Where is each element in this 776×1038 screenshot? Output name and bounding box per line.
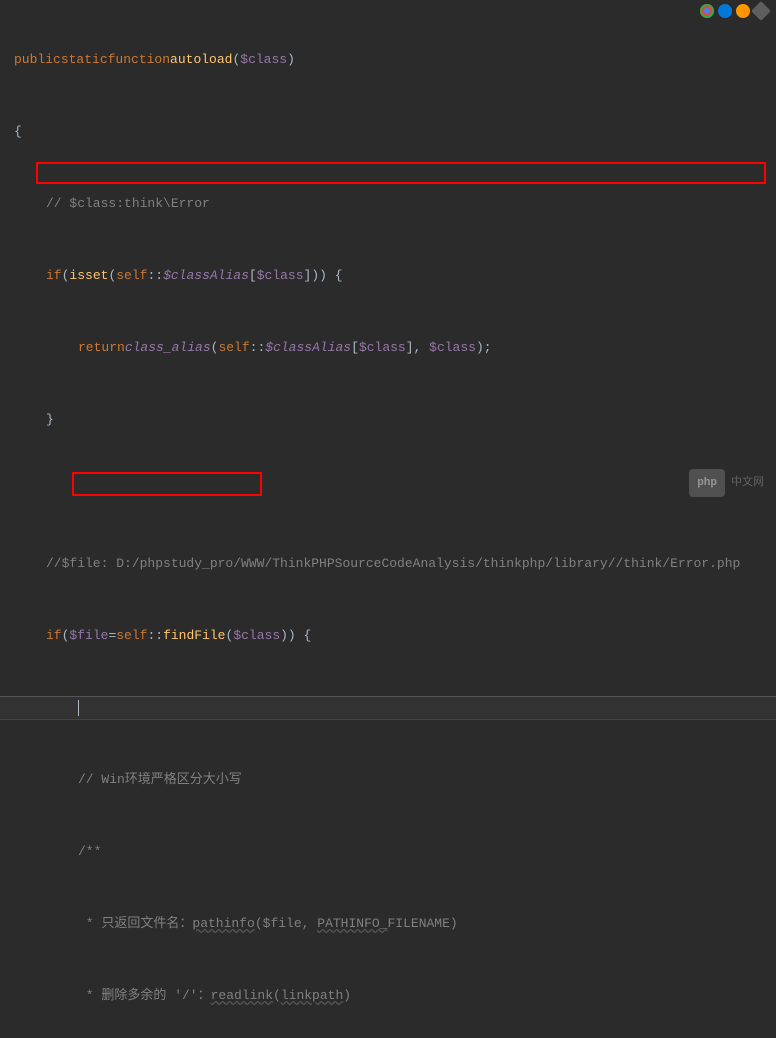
comment: * 删除多余的 '/'： (78, 984, 211, 1008)
text-cursor (78, 700, 79, 716)
code-line: * 只返回文件名：pathinfo($file, PATHINFO_FILENA… (0, 912, 776, 936)
code-line-empty (0, 480, 776, 504)
watermark-badge: php (689, 469, 725, 497)
browser-icons-tray (700, 4, 768, 18)
function-isset: isset (69, 264, 108, 288)
code-line: public static function autoload($class) (0, 48, 776, 72)
comment-const: PATHINFO_ (317, 912, 387, 936)
code-line: // $class:think\Error (0, 192, 776, 216)
keyword-self: self (218, 336, 249, 360)
code-line-cursor (0, 696, 776, 720)
code-editor[interactable]: public static function autoload($class) … (0, 0, 776, 1038)
comment: FILENAME) (387, 912, 457, 936)
property: $classAlias (265, 336, 351, 360)
variable: $class (233, 624, 280, 648)
function-name: autoload (170, 48, 232, 72)
keyword-static: static (61, 48, 108, 72)
comment-function: readlink (211, 984, 273, 1008)
code-line: * 删除多余的 '/'：readlink(linkpath) (0, 984, 776, 1008)
code-line: return class_alias(self::$classAlias[$cl… (0, 336, 776, 360)
parameter: $class (240, 48, 287, 72)
watermark: php 中文网 (689, 469, 764, 497)
comment: // Win环境严格区分大小写 (78, 768, 242, 792)
keyword-function: function (108, 48, 170, 72)
keyword-if: if (46, 624, 62, 648)
code-line: // Win环境严格区分大小写 (0, 768, 776, 792)
code-line: //$file: D:/phpstudy_pro/WWW/ThinkPHPSou… (0, 552, 776, 576)
variable: $class (359, 336, 406, 360)
keyword-self: self (116, 264, 147, 288)
comment-doc-start: /** (78, 840, 101, 864)
variable: $class (257, 264, 304, 288)
edge-icon (718, 4, 732, 18)
property: $classAlias (163, 264, 249, 288)
code-line: { (0, 120, 776, 144)
comment-var: $file (263, 912, 302, 936)
variable: $file (69, 624, 108, 648)
comment: // $class:think\Error (46, 192, 210, 216)
firefox-icon (736, 4, 750, 18)
diamond-icon (751, 1, 771, 21)
comment-function: pathinfo (192, 912, 254, 936)
keyword-public: public (14, 48, 61, 72)
watermark-text: 中文网 (731, 471, 764, 495)
function-call: class_alias (125, 336, 211, 360)
code-line: if ($file = self::findFile($class)) { (0, 624, 776, 648)
method-call: findFile (163, 624, 225, 648)
comment-file-path: //$file: D:/phpstudy_pro/WWW/ThinkPHPSou… (46, 552, 740, 576)
brace-close: } (46, 408, 54, 432)
comment-var: linkpath (281, 984, 343, 1008)
comment: * 只返回文件名： (78, 912, 192, 936)
keyword-self: self (116, 624, 147, 648)
variable: $class (429, 336, 476, 360)
code-line: /** (0, 840, 776, 864)
keyword-if: if (46, 264, 62, 288)
brace-open: { (14, 120, 22, 144)
keyword-return: return (78, 336, 125, 360)
code-line: if (isset(self::$classAlias[$class])) { (0, 264, 776, 288)
chrome-icon (700, 4, 714, 18)
code-line: } (0, 408, 776, 432)
